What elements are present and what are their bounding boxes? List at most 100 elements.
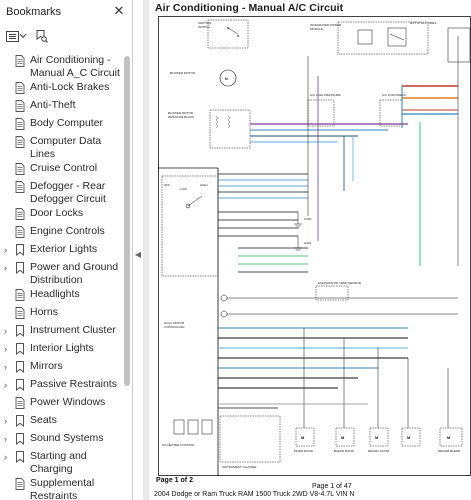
bookmark-page-icon: [15, 289, 25, 301]
bookmark-item[interactable]: Anti-Theft: [0, 97, 122, 115]
ignition-switch-label-2: SWITCH: [198, 25, 210, 29]
bookmark-label: Starting and Charging: [30, 450, 87, 475]
bookmark-label: Defogger - Rear Defogger Circuit: [30, 180, 106, 205]
diagram-page-label: Page 1 of 2: [156, 477, 193, 484]
bookmark-item[interactable]: › Power and Ground Distribution: [0, 259, 122, 286]
bookmark-page-icon: [15, 478, 25, 490]
bookmark-label: Door Locks: [30, 207, 84, 219]
bookmark-page-icon: [15, 55, 25, 67]
bookmark-item[interactable]: Cruise Control: [0, 160, 122, 178]
bookmark-item[interactable]: Body Computer: [0, 115, 122, 133]
bookmark-item[interactable]: › Exterior Lights: [0, 241, 122, 259]
bookmark-label: Air Conditioning - Manual A_C Circuit: [30, 54, 120, 79]
bookmark-ribbon-icon: [16, 433, 24, 445]
blower-motor-symbol: M: [225, 77, 228, 81]
svg-text:M: M: [447, 435, 451, 440]
chevron-right-icon[interactable]: ›: [4, 380, 12, 390]
bookmarks-panel: Bookmarks ✕ Air Conditioning - Manual A_…: [0, 0, 133, 500]
bookmark-item[interactable]: › Mirrors: [0, 358, 122, 376]
pdf-viewer-window: Bookmarks ✕ Air Conditioning - Manual A_…: [0, 0, 471, 500]
bookmark-item[interactable]: › Instrument Cluster: [0, 322, 122, 340]
find-bookmark-button[interactable]: [36, 29, 48, 43]
wiring-diagram: IGNITION SWITCH INTEGRATED POWER MODULE …: [158, 16, 471, 476]
bookmark-item[interactable]: › Passive Restraints: [0, 376, 122, 394]
bookmark-item[interactable]: Engine Controls: [0, 223, 122, 241]
bookmark-label: Power Windows: [30, 396, 106, 408]
bookmark-page-icon: [15, 163, 25, 175]
bookmark-item[interactable]: › Seats: [0, 412, 122, 430]
recirc-door-actuator-label: RECIRC DOOR: [368, 449, 390, 453]
bookmark-item[interactable]: Door Locks: [0, 205, 122, 223]
bookmark-page-icon: [15, 208, 25, 220]
blower-motor-label: BLOWER MOTOR: [170, 71, 196, 75]
hot-label: HOT AT ALL TIMES: [410, 21, 436, 25]
bookmark-label: Sound Systems: [30, 432, 104, 444]
chevron-right-icon[interactable]: ›: [4, 452, 12, 462]
bookmark-ribbon-icon: [16, 451, 24, 463]
collapse-panel-icon[interactable]: ◀: [134, 248, 142, 262]
bookmarks-header: Bookmarks ✕: [0, 0, 132, 24]
ground-g201-label: G201: [304, 241, 312, 245]
svg-text:M: M: [375, 435, 379, 440]
bookmark-label: Seats: [30, 414, 57, 426]
bookmark-page-icon: [15, 181, 25, 193]
chevron-right-icon[interactable]: ›: [4, 245, 12, 255]
bookmark-ribbon-icon: [16, 361, 24, 373]
bookmark-item[interactable]: Anti-Lock Brakes: [0, 79, 122, 97]
bookmark-label: Interior Lights: [30, 342, 94, 354]
bookmark-label: Passive Restraints: [30, 378, 117, 390]
bookmarks-title: Bookmarks: [6, 6, 62, 18]
bookmark-label: Exterior Lights: [30, 243, 98, 255]
bookmark-item[interactable]: › Interior Lights: [0, 340, 122, 358]
bookmark-label: Power and Ground Distribution: [30, 261, 119, 286]
mode-low-label: LOW: [180, 187, 187, 191]
bookmark-item[interactable]: Supplemental Restraints: [0, 475, 122, 500]
bookmark-item[interactable]: › Sound Systems: [0, 430, 122, 448]
bookmark-item[interactable]: Power Windows: [0, 394, 122, 412]
bookmarks-scrollbar[interactable]: [123, 52, 131, 500]
chevron-down-icon: [20, 34, 26, 38]
bookmark-ribbon-icon: [16, 343, 24, 355]
bookmark-item[interactable]: Headlights: [0, 286, 122, 304]
bookmark-options-button[interactable]: [6, 30, 26, 42]
document-page: Air Conditioning - Manual A/C Circuit IG…: [149, 0, 471, 500]
driver-blend-door-label: DRIVER BLEND: [438, 449, 461, 453]
bookmark-page-icon: [15, 226, 25, 238]
hvac-controller-label-2: CONTROLLER: [164, 325, 185, 329]
scrollbar-thumb[interactable]: [124, 56, 130, 386]
chevron-right-icon[interactable]: ›: [4, 416, 12, 426]
svg-text:M: M: [301, 435, 305, 440]
bookmark-item[interactable]: Horns: [0, 304, 122, 322]
chevron-right-icon[interactable]: ›: [4, 326, 12, 336]
mode-high-label: HIGH: [200, 183, 208, 187]
vehicle-footer: 2004 Dodge or Ram Truck RAM 1500 Truck 2…: [154, 491, 355, 498]
bookmark-label: Supplemental Restraints: [30, 477, 95, 500]
chevron-right-icon[interactable]: ›: [4, 434, 12, 444]
no-heater-label: NO HEATER CONTROL: [162, 443, 195, 447]
bookmark-label: Cruise Control: [30, 162, 98, 174]
bookmark-item[interactable]: Computer Data Lines: [0, 133, 122, 160]
bookmark-ribbon-icon: [16, 325, 24, 337]
bookmarks-toolbar: [0, 24, 132, 48]
chevron-right-icon[interactable]: ›: [4, 344, 12, 354]
blend-door-actuator-label: BLEND DOOR: [334, 449, 355, 453]
bookmark-item[interactable]: Air Conditioning - Manual A_C Circuit: [0, 52, 122, 79]
document-viewer: Air Conditioning - Manual A/C Circuit IG…: [143, 0, 471, 500]
chevron-right-icon[interactable]: ›: [4, 362, 12, 372]
bookmark-ribbon-icon: [16, 262, 24, 274]
high-pressure-switch-label: A/C HIGH PRESSURE: [310, 93, 341, 97]
bookmark-label: Anti-Theft: [30, 99, 76, 111]
chevron-right-icon[interactable]: ›: [4, 263, 12, 273]
evaporator-sensor-label: EVAPORATOR TEMP SENSOR: [318, 281, 362, 285]
page-counter: Page 1 of 47: [312, 483, 352, 490]
bookmark-label: Engine Controls: [30, 225, 105, 237]
bookmark-item[interactable]: › Starting and Charging: [0, 448, 122, 475]
bookmark-page-icon: [15, 307, 25, 319]
bookmark-label: Horns: [30, 306, 59, 318]
svg-text:M: M: [341, 435, 345, 440]
bookmark-page-icon: [15, 118, 25, 130]
bookmark-label: Anti-Lock Brakes: [30, 81, 110, 93]
bookmark-item[interactable]: Defogger - Rear Defogger Circuit: [0, 178, 122, 205]
page-title: Air Conditioning - Manual A/C Circuit: [155, 2, 344, 14]
close-icon[interactable]: ✕: [112, 4, 126, 18]
